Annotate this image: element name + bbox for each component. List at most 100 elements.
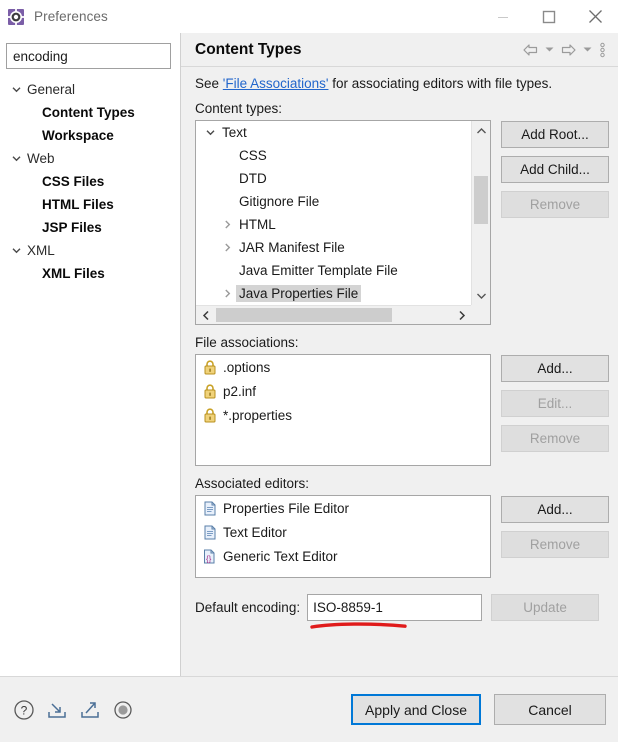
add-file-association-button[interactable]: Add...: [501, 355, 609, 382]
default-encoding-row: Default encoding: Update: [181, 594, 618, 629]
record-icon[interactable]: [111, 698, 135, 722]
help-icon[interactable]: ?: [12, 698, 36, 722]
tree-row[interactable]: CSS: [196, 144, 471, 167]
sidebar-item-label: Content Types: [42, 105, 135, 120]
tree-row[interactable]: Java Emitter Template File: [196, 259, 471, 282]
sidebar-item-jsp-files[interactable]: JSP Files: [0, 216, 180, 239]
maximize-button[interactable]: [526, 0, 572, 33]
list-item[interactable]: {} Generic Text Editor: [196, 544, 490, 568]
add-editor-button[interactable]: Add...: [501, 496, 609, 523]
horizontal-scroll-thumb[interactable]: [216, 308, 392, 322]
content-types-group: Text CSS DTD Gitignore File HTML JAR Man…: [181, 120, 618, 325]
tree-row[interactable]: Text: [196, 121, 471, 144]
sidebar-item-label: XML Files: [42, 266, 105, 281]
sidebar-item-content-types[interactable]: Content Types: [0, 101, 180, 124]
file-associations-group: .options p2.inf *.properties Add... Edit…: [181, 354, 618, 466]
associated-editors-group: Properties File Editor Text Editor {} Ge…: [181, 495, 618, 578]
chevron-right-icon[interactable]: [219, 219, 236, 230]
tree-row-label: CSS: [239, 148, 267, 163]
list-item[interactable]: .options: [196, 355, 490, 379]
sidebar-item-html-files[interactable]: HTML Files: [0, 193, 180, 216]
add-root-button[interactable]: Add Root...: [501, 121, 609, 148]
back-menu-chevron-down-icon[interactable]: [542, 39, 556, 61]
tree-row-label: Java Properties File: [236, 285, 362, 302]
title-bar: Preferences: [0, 0, 618, 33]
forward-arrow-icon[interactable]: [558, 39, 578, 61]
svg-text:?: ?: [21, 703, 28, 717]
chevron-down-icon[interactable]: [8, 151, 24, 167]
remove-file-association-button: Remove: [501, 425, 609, 452]
edit-file-association-button: Edit...: [501, 390, 609, 417]
chevron-right-icon[interactable]: [219, 288, 236, 299]
close-button[interactable]: [572, 0, 618, 33]
content-types-buttons: Add Root... Add Child... Remove: [501, 120, 609, 325]
preferences-tree: General Content Types Workspace Web CSS …: [0, 78, 180, 285]
page-description-prefix: See: [195, 76, 223, 91]
remove-editor-button: Remove: [501, 531, 609, 558]
export-icon[interactable]: [78, 698, 102, 722]
default-encoding-label: Default encoding:: [195, 600, 301, 615]
add-child-button[interactable]: Add Child...: [501, 156, 609, 183]
tree-row-label: HTML: [239, 217, 276, 232]
search-box[interactable]: [6, 43, 202, 69]
dialog-footer: ? Apply and Close Cancel: [0, 676, 618, 742]
cancel-button[interactable]: Cancel: [494, 694, 606, 725]
scroll-down-icon[interactable]: [472, 286, 490, 305]
preferences-sidebar: General Content Types Workspace Web CSS …: [0, 33, 202, 676]
sidebar-item-label: General: [27, 82, 76, 97]
footer-buttons: Apply and Close Cancel: [351, 694, 606, 725]
list-item-label: Generic Text Editor: [223, 548, 338, 564]
page-description-suffix: for associating editors with file types.: [328, 76, 553, 91]
sidebar-item-workspace[interactable]: Workspace: [0, 124, 180, 147]
list-item-label: p2.inf: [223, 383, 257, 399]
sidebar-item-xml[interactable]: XML: [0, 239, 180, 262]
tree-row-label: Java Emitter Template File: [239, 263, 398, 278]
tree-row[interactable]: JAR Manifest File: [196, 236, 471, 259]
scroll-up-icon[interactable]: [472, 121, 490, 140]
file-associations-list[interactable]: .options p2.inf *.properties: [195, 354, 491, 466]
chevron-down-icon[interactable]: [8, 82, 24, 98]
default-encoding-input[interactable]: [307, 594, 483, 621]
sidebar-item-css-files[interactable]: CSS Files: [0, 170, 180, 193]
file-associations-link[interactable]: 'File Associations': [223, 76, 329, 91]
sidebar-item-web[interactable]: Web: [0, 147, 180, 170]
horizontal-scrollbar[interactable]: [196, 305, 471, 324]
search-input[interactable]: [13, 45, 190, 67]
tree-row[interactable]: Gitignore File: [196, 190, 471, 213]
vertical-scroll-thumb[interactable]: [474, 176, 488, 224]
back-arrow-icon[interactable]: [520, 39, 540, 61]
window-controls: [480, 0, 618, 33]
list-item[interactable]: *.properties: [196, 403, 490, 427]
scroll-left-icon[interactable]: [196, 306, 215, 324]
list-item[interactable]: Properties File Editor: [196, 496, 490, 520]
tree-row[interactable]: DTD: [196, 167, 471, 190]
associated-editors-list[interactable]: Properties File Editor Text Editor {} Ge…: [195, 495, 491, 578]
list-item[interactable]: p2.inf: [196, 379, 490, 403]
content-types-tree[interactable]: Text CSS DTD Gitignore File HTML JAR Man…: [195, 120, 491, 325]
list-item-label: Text Editor: [223, 524, 287, 540]
sidebar-item-general[interactable]: General: [0, 78, 180, 101]
lock-icon: [203, 383, 223, 399]
file-associations-buttons: Add... Edit... Remove: [501, 354, 609, 466]
list-item[interactable]: Text Editor: [196, 520, 490, 544]
forward-menu-chevron-down-icon[interactable]: [580, 39, 594, 61]
lock-icon: [203, 359, 223, 375]
dialog-body: General Content Types Workspace Web CSS …: [0, 33, 618, 676]
minimize-button[interactable]: [480, 0, 526, 33]
scroll-right-icon[interactable]: [452, 306, 471, 324]
remove-content-type-button: Remove: [501, 191, 609, 218]
view-menu-icon[interactable]: [596, 39, 608, 61]
chevron-right-icon[interactable]: [219, 242, 236, 253]
chevron-down-icon[interactable]: [8, 243, 24, 259]
associated-editors-buttons: Add... Remove: [501, 495, 609, 578]
chevron-down-icon[interactable]: [202, 127, 219, 138]
scroll-corner: [471, 305, 490, 324]
tree-row[interactable]: HTML: [196, 213, 471, 236]
tree-row-selected[interactable]: Java Properties File: [196, 282, 471, 305]
sidebar-item-label: XML: [27, 243, 55, 258]
import-icon[interactable]: [45, 698, 69, 722]
apply-and-close-button[interactable]: Apply and Close: [351, 694, 481, 725]
svg-text:{}: {}: [206, 554, 212, 563]
sidebar-item-xml-files[interactable]: XML Files: [0, 262, 180, 285]
vertical-scrollbar[interactable]: [471, 121, 490, 305]
